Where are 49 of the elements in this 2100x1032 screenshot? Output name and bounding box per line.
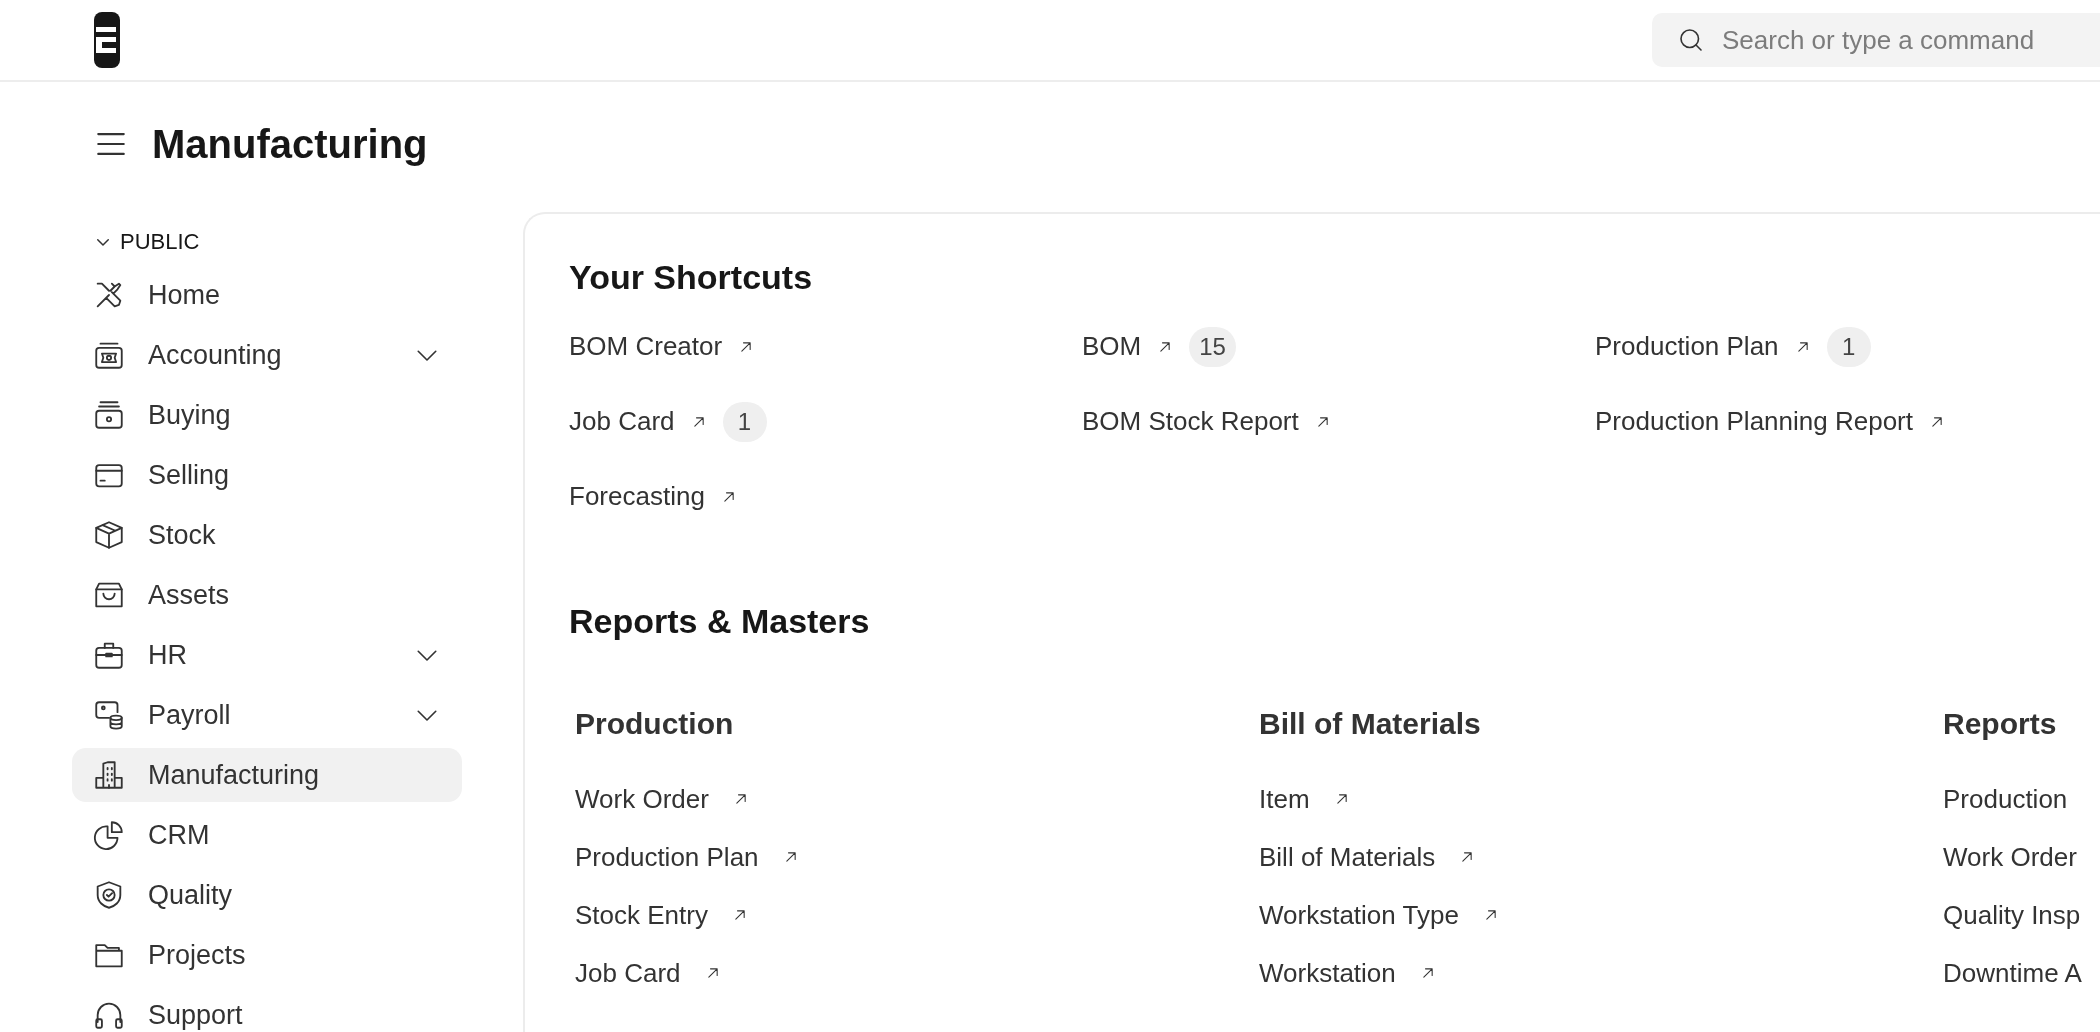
- count-badge: 1: [722, 401, 767, 442]
- report-link[interactable]: Bill of Materials: [1259, 837, 1478, 877]
- search-field[interactable]: Search or type a command: [1652, 13, 2100, 67]
- column-heading: Bill of Materials: [1259, 707, 1482, 741]
- sidebar-item[interactable]: Assets: [72, 568, 462, 622]
- count-badge: 1: [1826, 326, 1871, 367]
- report-link[interactable]: Work Order: [575, 779, 751, 819]
- sidebar-item[interactable]: Manufacturing: [72, 748, 462, 802]
- logo-icon[interactable]: [94, 12, 120, 68]
- count-badge: 15: [1189, 326, 1236, 367]
- report-link[interactable]: Item: [1259, 779, 1352, 819]
- page-title: Manufacturing: [152, 121, 428, 167]
- shortcut-link[interactable]: Forecasting: [569, 473, 739, 520]
- column-heading: Production: [575, 707, 735, 741]
- sidebar-item[interactable]: Buying: [72, 388, 462, 442]
- shortcut-link[interactable]: BOM 15: [1082, 323, 1236, 370]
- wallet-icon: [92, 398, 126, 432]
- sidebar-item[interactable]: Projects: [72, 928, 462, 982]
- shortcut-link[interactable]: BOM Creator: [569, 323, 757, 370]
- pie-chart-icon: [92, 818, 126, 852]
- sidebar-item[interactable]: Selling: [72, 448, 462, 502]
- shortcut-link[interactable]: Production Planning Report: [1595, 398, 1947, 445]
- sidebar-item[interactable]: Stock: [72, 508, 462, 562]
- report-link[interactable]: Workstation: [1259, 953, 1438, 993]
- sidebar-item[interactable]: Payroll: [72, 688, 462, 742]
- section-toggle[interactable]: PUBLIC: [72, 222, 206, 262]
- report-link[interactable]: Production Plan: [575, 837, 801, 877]
- report-link[interactable]: Workstation Type: [1259, 895, 1501, 935]
- sidebar-item[interactable]: Home: [72, 268, 462, 322]
- section-title: Your Shortcuts: [569, 258, 814, 297]
- sidebar-item[interactable]: HR: [72, 628, 462, 682]
- sidebar-item[interactable]: Accounting: [72, 328, 462, 382]
- building-icon: [92, 758, 126, 792]
- box-icon: [92, 518, 126, 552]
- report-link[interactable]: Job Card: [575, 953, 723, 993]
- report-link[interactable]: Stock Entry: [575, 895, 750, 935]
- shortcut-link[interactable]: Production Plan 1: [1595, 323, 1871, 370]
- sidebar-item[interactable]: Support: [72, 988, 462, 1032]
- report-link[interactable]: Work Order: [1943, 837, 2077, 877]
- report-link[interactable]: Production: [1943, 779, 2068, 819]
- report-link[interactable]: Downtime A: [1943, 953, 2082, 993]
- report-link[interactable]: Quality Insp: [1943, 895, 2081, 935]
- section-title: Reports & Masters: [569, 602, 871, 641]
- coins-icon: [92, 698, 126, 732]
- sidebar-item[interactable]: Quality: [72, 868, 462, 922]
- shortcut-link[interactable]: Job Card 1: [569, 398, 767, 445]
- shortcut-link[interactable]: BOM Stock Report: [1082, 398, 1333, 445]
- column-heading: Reports: [1943, 707, 2058, 741]
- sidebar-item[interactable]: CRM: [72, 808, 462, 862]
